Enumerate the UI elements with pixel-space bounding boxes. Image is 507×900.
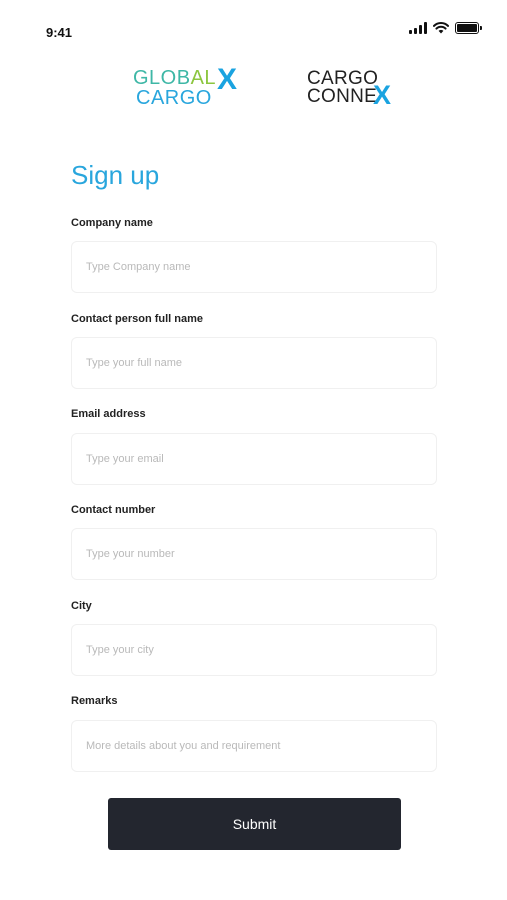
battery-icon	[455, 22, 482, 34]
remarks-label: Remarks	[71, 695, 118, 707]
contact-person-input[interactable]	[71, 337, 437, 389]
global-cargo-logo: GLOBAL CARGO X	[133, 63, 238, 110]
company-name-label: Company name	[71, 217, 153, 229]
cargo-connex-logo: CARGO CONNE X	[307, 68, 392, 110]
email-input[interactable]	[71, 433, 437, 485]
contact-number-input[interactable]	[71, 528, 437, 580]
contact-person-label: Contact person full name	[71, 313, 204, 325]
status-time: 9:41	[46, 25, 73, 40]
page-title: Sign up	[71, 160, 160, 190]
email-label: Email address	[71, 408, 146, 420]
company-name-input[interactable]	[71, 241, 437, 293]
city-input[interactable]	[71, 624, 437, 676]
submit-button[interactable]: Submit	[108, 798, 401, 850]
status-bar: 9:41	[0, 0, 507, 60]
wifi-icon	[433, 22, 449, 34]
city-label: City	[71, 600, 92, 612]
cellular-signal-icon	[409, 22, 427, 34]
contact-number-label: Contact number	[71, 504, 156, 516]
remarks-input[interactable]	[71, 720, 437, 772]
status-icons	[409, 22, 482, 34]
